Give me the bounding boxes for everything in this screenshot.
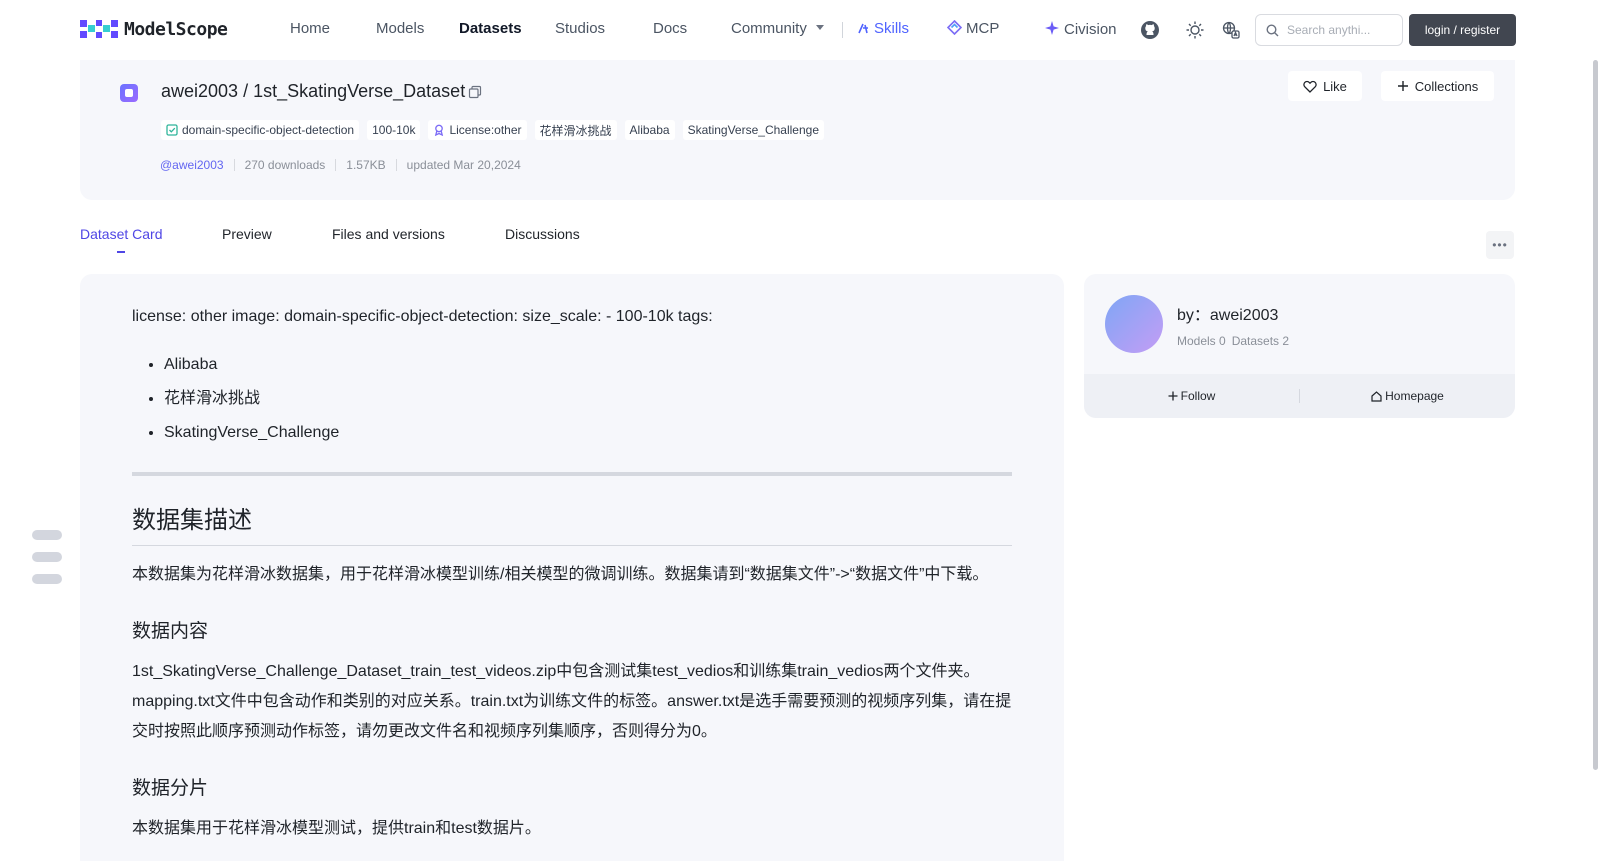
search-box[interactable] bbox=[1255, 14, 1403, 46]
nav-divider bbox=[842, 22, 843, 38]
owner-counts: Models 0 Datasets 2 bbox=[1177, 334, 1289, 348]
top-navigation: ModelScope Home Models Datasets Studios … bbox=[0, 0, 1600, 60]
tab-dataset-card[interactable]: Dataset Card bbox=[80, 226, 162, 242]
list-item: 花样滑冰挑战 bbox=[164, 382, 1012, 416]
login-register-button[interactable]: login / register bbox=[1409, 14, 1516, 46]
dataset-title: awei2003 / 1st_SkatingVerse_Dataset bbox=[161, 81, 466, 101]
plus-icon bbox=[1168, 391, 1178, 401]
nav-community[interactable]: Community bbox=[731, 20, 825, 37]
split-paragraph: 本数据集用于花样滑冰模型测试，提供train和test数据片。 bbox=[132, 820, 541, 837]
follow-button[interactable]: Follow bbox=[1084, 389, 1299, 403]
nav-datasets[interactable]: Datasets bbox=[459, 20, 522, 37]
theme-toggle-icon[interactable] bbox=[1184, 19, 1206, 41]
updated-date: updated Mar 20,2024 bbox=[406, 158, 521, 172]
homepage-button[interactable]: Homepage bbox=[1300, 389, 1515, 403]
nav-skills-label: Skills bbox=[874, 20, 910, 37]
follow-label: Follow bbox=[1180, 389, 1216, 403]
collections-button[interactable]: Collections bbox=[1381, 71, 1494, 101]
nav-studios[interactable]: Studios bbox=[555, 20, 605, 37]
active-tab-indicator bbox=[117, 251, 125, 253]
tag-license[interactable]: License:other bbox=[428, 120, 527, 140]
github-icon[interactable] bbox=[1139, 19, 1161, 41]
plus-icon bbox=[1397, 81, 1408, 91]
dataset-tags: domain-specific-object-detection 100-10k… bbox=[161, 120, 824, 140]
page-scrollbar[interactable] bbox=[1593, 60, 1598, 770]
toc-bar bbox=[32, 574, 62, 584]
tag-size[interactable]: 100-10k bbox=[367, 120, 421, 140]
tag-chinese[interactable]: 花样滑冰挑战 bbox=[534, 120, 617, 140]
ellipsis-icon: ••• bbox=[1492, 238, 1508, 252]
nav-models[interactable]: Models bbox=[376, 20, 424, 37]
meta-divider bbox=[395, 159, 397, 171]
modelscope-logo[interactable]: ModelScope bbox=[80, 18, 228, 40]
list-item: SkatingVerse_Challenge bbox=[164, 416, 1012, 450]
language-icon[interactable] bbox=[1220, 19, 1242, 41]
file-size: 1.57KB bbox=[346, 158, 386, 172]
nav-skills[interactable]: Skills bbox=[857, 20, 909, 37]
dataset-icon bbox=[120, 84, 138, 102]
downloads-count: 270 downloads bbox=[244, 158, 326, 172]
table-of-contents-toggle[interactable] bbox=[32, 530, 62, 584]
license-icon bbox=[435, 124, 444, 136]
tag-task[interactable]: domain-specific-object-detection bbox=[161, 120, 360, 140]
logo-mark-icon bbox=[80, 20, 118, 38]
logo-text: ModelScope bbox=[124, 18, 228, 40]
search-input[interactable] bbox=[1287, 23, 1397, 37]
tag-label: License:other bbox=[449, 123, 522, 137]
collections-label: Collections bbox=[1414, 78, 1479, 94]
heart-icon bbox=[1303, 80, 1317, 93]
meta-divider bbox=[233, 159, 235, 171]
tab-preview[interactable]: Preview bbox=[222, 226, 272, 242]
tag-list: Alibaba 花样滑冰挑战 SkatingVerse_Challenge bbox=[132, 348, 1012, 450]
task-icon bbox=[166, 124, 178, 136]
front-matter-text: license: other image: domain-specific-ob… bbox=[132, 308, 713, 325]
section-divider bbox=[132, 472, 1012, 476]
avatar[interactable] bbox=[1105, 295, 1163, 353]
tag-label: domain-specific-object-detection bbox=[182, 123, 355, 137]
owner-card: by：awei2003 Models 0 Datasets 2 Follow H… bbox=[1084, 274, 1515, 418]
content-paragraph: 1st_SkatingVerse_Challenge_Dataset_train… bbox=[132, 663, 1012, 740]
sparkle-icon bbox=[1045, 21, 1059, 35]
tag-challenge[interactable]: SkatingVerse_Challenge bbox=[682, 120, 824, 140]
datasets-count: Datasets 2 bbox=[1231, 334, 1290, 348]
heading-data-split: 数据分片 bbox=[132, 778, 209, 799]
nav-civision[interactable]: Civision bbox=[1044, 20, 1117, 38]
search-icon bbox=[1266, 23, 1279, 36]
tab-discussions[interactable]: Discussions bbox=[505, 226, 580, 242]
description-paragraph: 本数据集为花样滑冰数据集，用于花样滑冰模型训练/相关模型的微调训练。数据集请到“… bbox=[132, 566, 989, 583]
mcp-icon bbox=[947, 20, 962, 35]
tab-files-and-versions[interactable]: Files and versions bbox=[332, 226, 445, 242]
list-item: Alibaba bbox=[164, 348, 1012, 382]
nav-mcp[interactable]: MCP bbox=[947, 20, 999, 37]
nav-home[interactable]: Home bbox=[290, 20, 330, 37]
like-button[interactable]: Like bbox=[1288, 71, 1362, 101]
heading-data-content: 数据内容 bbox=[132, 621, 209, 642]
readme-markdown: license: other image: domain-specific-ob… bbox=[132, 302, 1012, 844]
more-options-button[interactable]: ••• bbox=[1486, 231, 1514, 259]
skills-icon bbox=[858, 23, 868, 34]
home-icon bbox=[1371, 390, 1382, 402]
heading-dataset-description: 数据集描述 bbox=[132, 500, 1012, 546]
dataset-meta: @awei2003 270 downloads 1.57KB updated M… bbox=[160, 158, 521, 172]
nav-civision-label: Civision bbox=[1064, 21, 1117, 38]
owner-actions: Follow Homepage bbox=[1084, 374, 1515, 418]
tag-alibaba[interactable]: Alibaba bbox=[624, 120, 675, 140]
author-link[interactable]: @awei2003 bbox=[160, 158, 224, 172]
caret-down-icon bbox=[816, 25, 825, 30]
like-label: Like bbox=[1323, 78, 1347, 94]
toc-bar bbox=[32, 552, 62, 562]
owner-name[interactable]: by：awei2003 bbox=[1177, 301, 1278, 325]
toc-bar bbox=[32, 530, 62, 540]
copy-icon[interactable] bbox=[468, 85, 482, 102]
meta-divider bbox=[335, 159, 337, 171]
nav-mcp-label: MCP bbox=[966, 20, 1000, 37]
nav-docs[interactable]: Docs bbox=[653, 20, 687, 37]
homepage-label: Homepage bbox=[1385, 389, 1444, 403]
models-count: Models 0 bbox=[1177, 334, 1226, 348]
nav-community-label: Community bbox=[731, 20, 807, 37]
